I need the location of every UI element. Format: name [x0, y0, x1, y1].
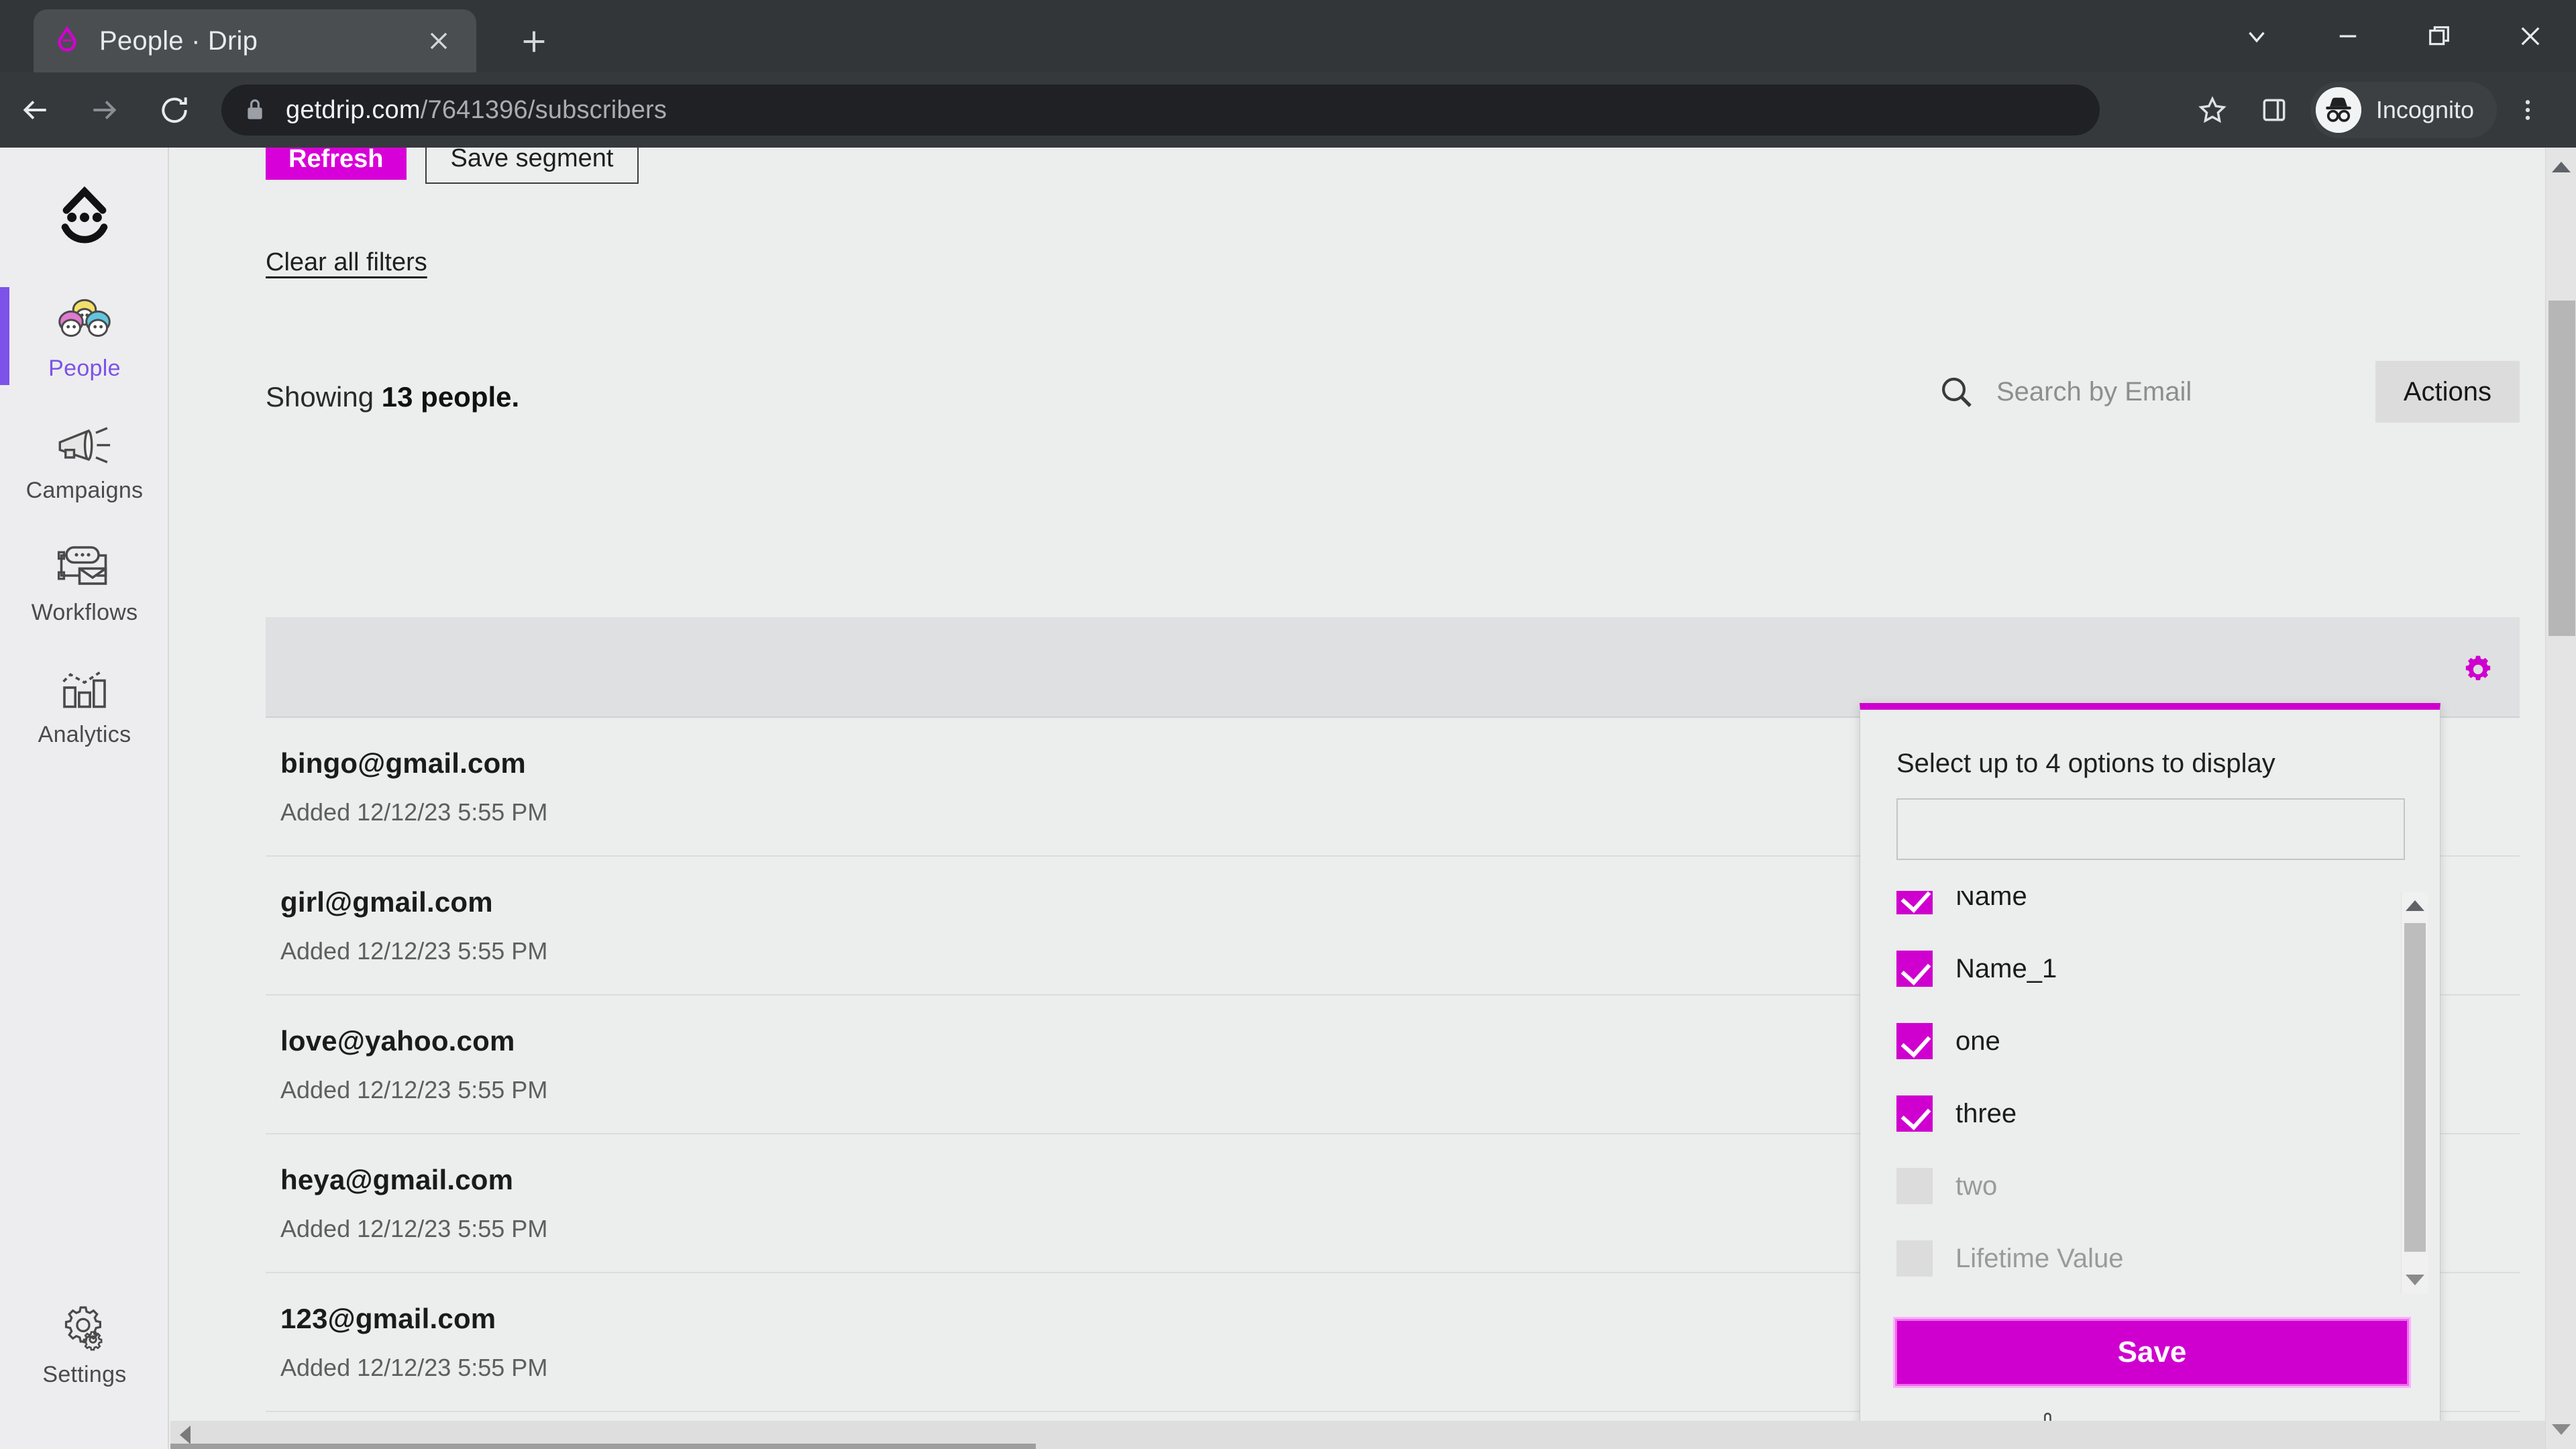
checkbox-icon[interactable]: [1896, 1240, 1933, 1277]
side-panel-icon[interactable]: [2243, 79, 2305, 141]
sidebar-item-label: Campaigns: [25, 477, 144, 503]
lock-icon: [244, 97, 267, 123]
save-button[interactable]: Save: [1893, 1317, 2411, 1388]
column-options-list: Name Name_1 one three two Lifetime Value: [1896, 891, 2426, 1293]
sidebar-item-label: Workflows: [31, 599, 138, 625]
scrollbar-thumb[interactable]: [170, 1444, 1036, 1449]
checkbox-icon[interactable]: [1896, 951, 1933, 987]
option-label: one: [1955, 1026, 2000, 1056]
sidebar-item-label: Analytics: [38, 721, 131, 747]
app-sidebar: People Campaigns Workflows Analytics Set…: [0, 148, 169, 1449]
scroll-down-icon[interactable]: [2402, 1267, 2428, 1293]
search-icon: [1937, 373, 1975, 411]
browser-window: People · Drip getdrip.com/7641396/subscr…: [0, 0, 2576, 1449]
save-segment-button[interactable]: Save segment: [425, 148, 639, 184]
page-horizontal-scrollbar[interactable]: [170, 1421, 2545, 1449]
gear-icon[interactable]: [2459, 651, 2497, 688]
option-label: two: [1955, 1171, 1998, 1201]
search-input[interactable]: [1996, 376, 2372, 407]
back-icon[interactable]: [0, 72, 70, 148]
window-controls: [2211, 0, 2576, 72]
url-path: /7641396/subscribers: [420, 95, 667, 124]
showing-count-text: Showing 13 people.: [266, 381, 519, 413]
column-picker-title: Select up to 4 options to display: [1896, 749, 2275, 778]
scrollbar-thumb[interactable]: [2404, 923, 2426, 1252]
chrome-menu-icon[interactable]: [2497, 79, 2559, 141]
bar-chart-icon: [56, 657, 113, 714]
column-option-one[interactable]: one: [1896, 1005, 2426, 1077]
column-filter-input[interactable]: [1896, 798, 2405, 860]
option-label: Name_1: [1955, 953, 2057, 983]
showing-prefix: Showing: [266, 381, 382, 413]
sidebar-item-analytics[interactable]: Analytics: [0, 641, 169, 763]
tab-title: People · Drip: [99, 25, 258, 56]
workflow-icon: [54, 535, 115, 592]
checkbox-icon[interactable]: [1896, 1168, 1933, 1204]
browser-tab[interactable]: People · Drip: [34, 9, 476, 72]
checkbox-icon[interactable]: [1896, 891, 1933, 914]
column-option-name-1[interactable]: Name_1: [1896, 932, 2426, 1005]
sidebar-item-label: People: [48, 355, 121, 381]
incognito-avatar-icon: [2315, 87, 2361, 133]
gears-icon: [58, 1297, 111, 1354]
showing-count: 13 people.: [381, 381, 520, 413]
url-host: getdrip.com: [286, 95, 421, 124]
checkbox-icon[interactable]: [1896, 1095, 1933, 1132]
new-tab-button[interactable]: [510, 17, 558, 66]
sidebar-item-campaigns[interactable]: Campaigns: [0, 397, 169, 519]
browser-toolbar: getdrip.com/7641396/subscribers Incognit…: [0, 72, 2576, 148]
scroll-down-icon[interactable]: [2546, 1414, 2576, 1445]
bookmark-star-icon[interactable]: [2182, 79, 2243, 141]
close-icon[interactable]: [420, 22, 458, 60]
page-vertical-scrollbar[interactable]: [2545, 148, 2576, 1449]
window-close-icon[interactable]: [2485, 0, 2576, 72]
column-option-two[interactable]: two: [1896, 1150, 2426, 1222]
search-area: [1937, 373, 2372, 411]
url-text: getdrip.com/7641396/subscribers: [286, 96, 667, 125]
filter-actions: Refresh Save segment: [266, 148, 639, 184]
option-label: Lifetime Value: [1955, 1243, 2124, 1273]
people-icon: [54, 291, 115, 347]
tab-search-chevron-icon[interactable]: [2211, 0, 2302, 72]
option-label: Name: [1955, 891, 2027, 911]
refresh-button[interactable]: Refresh: [266, 148, 407, 180]
page-viewport: People Campaigns Workflows Analytics Set…: [0, 148, 2576, 1449]
column-picker-popover: Select up to 4 options to display Name N…: [1860, 703, 2440, 1449]
forward-icon[interactable]: [70, 72, 140, 148]
address-bar[interactable]: getdrip.com/7641396/subscribers: [221, 85, 2100, 136]
actions-button[interactable]: Actions: [2375, 361, 2520, 423]
column-option-three[interactable]: three: [1896, 1077, 2426, 1150]
column-option-lifetime-value[interactable]: Lifetime Value: [1896, 1222, 2426, 1293]
drip-smiley-logo[interactable]: [0, 180, 169, 258]
scroll-up-icon[interactable]: [2402, 892, 2428, 919]
clear-all-filters-link[interactable]: Clear all filters: [266, 248, 427, 277]
sidebar-item-label: Settings: [42, 1361, 127, 1387]
reload-icon[interactable]: [140, 72, 209, 148]
column-list-scrollbar[interactable]: [2401, 892, 2428, 1293]
checkbox-icon[interactable]: [1896, 1023, 1933, 1059]
toolbar-actions: Incognito: [2182, 72, 2576, 148]
column-option-name[interactable]: Name: [1896, 891, 2426, 932]
megaphone-icon: [52, 413, 117, 470]
minimize-icon[interactable]: [2302, 0, 2394, 72]
option-label: three: [1955, 1098, 2017, 1128]
incognito-profile-button[interactable]: Incognito: [2310, 82, 2497, 138]
tab-strip: People · Drip: [0, 0, 2576, 72]
sidebar-item-settings[interactable]: Settings: [0, 1281, 169, 1403]
restore-icon[interactable]: [2394, 0, 2485, 72]
sidebar-item-workflows[interactable]: Workflows: [0, 519, 169, 641]
scroll-up-icon[interactable]: [2546, 152, 2576, 182]
scrollbar-thumb[interactable]: [2548, 301, 2575, 636]
drip-logo-icon: [52, 25, 82, 56]
incognito-label: Incognito: [2375, 96, 2474, 123]
sidebar-item-people[interactable]: People: [0, 275, 169, 397]
